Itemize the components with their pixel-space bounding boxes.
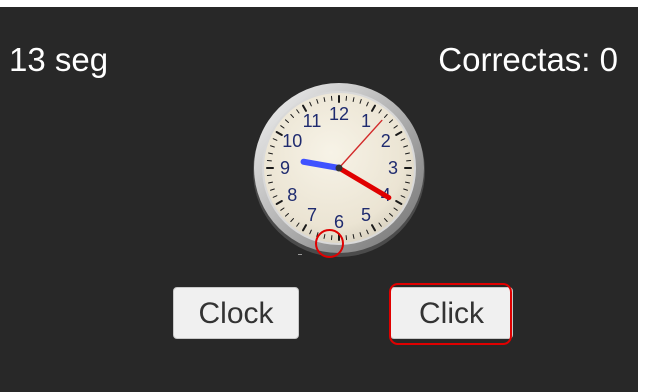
clock-number: 11 xyxy=(303,111,322,131)
clock-number: 7 xyxy=(307,205,317,225)
clock-number: 2 xyxy=(381,131,391,151)
timer-display: 13 seg xyxy=(9,41,109,78)
clock-number: 5 xyxy=(361,205,371,225)
clock-face-icon: 121234567891011 xyxy=(253,83,425,257)
click-button[interactable]: Click xyxy=(390,287,513,339)
clock-button[interactable]: Clock xyxy=(173,287,299,339)
clock-number: 12 xyxy=(329,104,349,124)
clock-center-cap xyxy=(335,164,343,172)
clock-number: 3 xyxy=(388,158,398,178)
clock-number: 1 xyxy=(361,111,371,131)
clock-bottom-mark xyxy=(298,254,302,255)
analog-clock: 121234567891011 xyxy=(250,82,428,260)
clock-number: 9 xyxy=(280,158,290,178)
clock-number: 6 xyxy=(334,212,344,232)
score-display: Correctas: 0 xyxy=(438,41,618,78)
clock-number: 8 xyxy=(287,185,297,205)
clock-number: 10 xyxy=(282,131,302,151)
